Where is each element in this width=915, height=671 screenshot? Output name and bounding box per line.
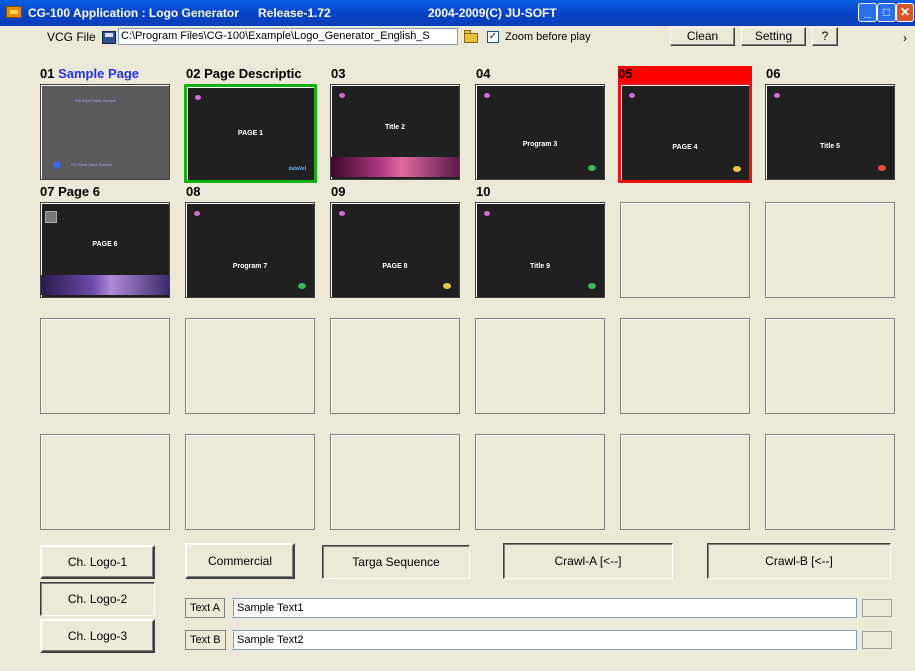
ornament-icon — [588, 165, 596, 171]
crawl-a-button[interactable]: Crawl-A [<--] — [503, 543, 673, 579]
page-label-04: 04 — [476, 66, 491, 81]
thumbnail-title: PAGE 8 — [382, 263, 408, 271]
maximize-icon[interactable]: □ — [877, 3, 896, 22]
page-thumbnail-05[interactable]: PAGE 4 — [618, 82, 752, 183]
logo-watermark: dataVel — [288, 166, 306, 172]
overflow-chevron-icon[interactable]: › — [903, 31, 907, 45]
app-title: CG-100 Application : Logo Generator — [28, 6, 239, 20]
page-thumbnail-07[interactable]: PAGE 6 — [40, 202, 170, 298]
help-button[interactable]: ? — [812, 27, 838, 46]
copyright-label: 2004-2009(C) JU-SOFT — [428, 6, 557, 20]
page-label-06: 06 — [766, 66, 781, 81]
ornament-icon — [298, 283, 306, 289]
thumbnail-title: Title 9 — [529, 263, 551, 271]
page-label-01: 01 Sample Page — [40, 66, 140, 81]
page-thumbnail-10[interactable]: Title 9 — [475, 202, 605, 298]
page-label-03: 03 — [331, 66, 346, 81]
ch-logo-1-button[interactable]: Ch. Logo-1 — [40, 545, 155, 579]
page-thumbnail-08[interactable]: Program 7 — [185, 202, 315, 298]
empty-page-slot[interactable] — [330, 434, 460, 530]
empty-page-slot[interactable] — [765, 202, 895, 298]
ornament-icon — [733, 166, 741, 172]
toolbar: VCG File C:\Program Files\CG-100\Example… — [0, 26, 915, 66]
empty-page-slot[interactable] — [620, 434, 750, 530]
thumbnail-text-top: EN Sand State Sample — [75, 98, 117, 103]
app-icon — [6, 6, 22, 18]
zoom-before-play-checkbox[interactable]: ✓ — [487, 31, 499, 43]
thumbnail-text-bottom: KO Sand State Sample — [71, 162, 113, 167]
empty-page-slot[interactable] — [330, 318, 460, 414]
empty-page-slot[interactable] — [475, 434, 605, 530]
page-label-10: 10 — [476, 184, 491, 199]
gradient-band — [331, 157, 459, 177]
empty-page-slot[interactable] — [475, 318, 605, 414]
vcg-file-label: VCG File — [47, 30, 96, 44]
vcg-file-path-input[interactable]: C:\Program Files\CG-100\Example\Logo_Gen… — [118, 28, 458, 45]
targa-sequence-button[interactable]: Targa Sequence — [322, 545, 470, 579]
bullet-icon — [195, 95, 201, 100]
empty-page-slot[interactable] — [765, 318, 895, 414]
gradient-band — [41, 275, 169, 295]
ornament-icon — [878, 165, 886, 171]
title-bar: CG-100 Application : Logo Generator Rele… — [0, 0, 915, 26]
text-b-label: Text B — [185, 630, 226, 650]
ornament-icon — [443, 283, 451, 289]
bullet-icon — [774, 93, 780, 98]
empty-page-slot[interactable] — [40, 434, 170, 530]
thumbnail-title: Program 7 — [232, 263, 268, 271]
text-b-input[interactable]: Sample Text2 — [233, 630, 857, 650]
thumbnail-icon — [45, 211, 57, 223]
commercial-button[interactable]: Commercial — [185, 543, 295, 579]
page-thumbnail-06[interactable]: Title 5 — [765, 84, 895, 180]
bullet-icon — [339, 211, 345, 216]
bullet-icon — [339, 93, 345, 98]
crawl-b-button[interactable]: Crawl-B [<--] — [707, 543, 891, 579]
clean-button[interactable]: Clean — [670, 27, 735, 46]
thumbnail-title: Title 5 — [819, 143, 841, 151]
page-thumbnail-09[interactable]: PAGE 8 — [330, 202, 460, 298]
page-label-09: 09 — [331, 184, 346, 199]
empty-page-slot[interactable] — [620, 202, 750, 298]
text-a-color-swatch[interactable] — [862, 599, 892, 617]
page-thumbnail-02[interactable]: PAGE 1 dataVel — [184, 84, 317, 183]
open-folder-icon[interactable] — [464, 30, 480, 43]
empty-page-slot[interactable] — [765, 434, 895, 530]
empty-page-slot[interactable] — [185, 318, 315, 414]
zoom-before-play-label: Zoom before play — [505, 31, 591, 43]
thumbnail-title: Program 3 — [522, 141, 558, 149]
text-b-color-swatch[interactable] — [862, 631, 892, 649]
page-label-08: 08 — [186, 184, 201, 199]
bullet-icon — [484, 211, 490, 216]
ch-logo-3-button[interactable]: Ch. Logo-3 — [40, 619, 155, 653]
release-label: Release-1.72 — [258, 6, 331, 20]
empty-page-slot[interactable] — [40, 318, 170, 414]
empty-page-slot[interactable] — [620, 318, 750, 414]
bullet-icon — [484, 93, 490, 98]
ch-logo-2-button[interactable]: Ch. Logo-2 — [40, 582, 155, 616]
save-icon[interactable] — [102, 31, 116, 44]
close-icon[interactable]: ✕ — [896, 3, 914, 22]
thumbnail-title: PAGE 6 — [92, 240, 118, 248]
page-label-07: 07 Page 6 — [40, 184, 101, 199]
page-thumbnail-03[interactable]: Title 2 — [330, 84, 460, 180]
page-label-05: 05 — [618, 66, 752, 82]
thumbnail-title: Title 2 — [384, 124, 406, 132]
thumbnail-title: PAGE 4 — [672, 143, 698, 151]
empty-page-slot[interactable] — [185, 434, 315, 530]
setting-button[interactable]: Setting — [741, 27, 806, 46]
minimize-icon[interactable]: _ — [858, 3, 877, 22]
globe-icon — [53, 161, 61, 169]
text-a-label: Text A — [185, 598, 225, 618]
ornament-icon — [588, 283, 596, 289]
text-a-input[interactable]: Sample Text1 — [233, 598, 857, 618]
thumbnail-title: PAGE 1 — [237, 129, 264, 137]
page-thumbnail-04[interactable]: Program 3 — [475, 84, 605, 180]
page-label-02: 02 Page Descriptic — [186, 66, 302, 81]
bullet-icon — [194, 211, 200, 216]
bullet-icon — [629, 93, 635, 98]
page-thumbnail-01[interactable]: EN Sand State Sample KO Sand State Sampl… — [40, 84, 170, 180]
